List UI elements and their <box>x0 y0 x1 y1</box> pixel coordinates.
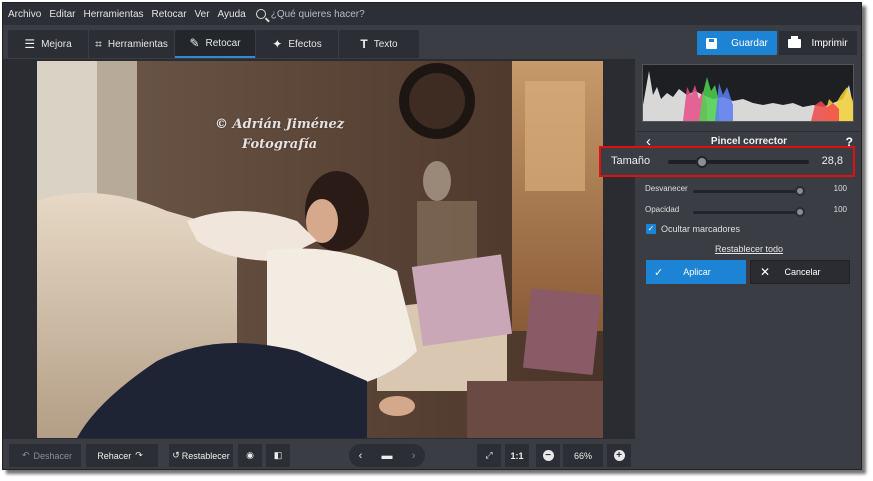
printer-icon <box>788 35 802 48</box>
slider-knob[interactable] <box>795 186 805 196</box>
tab-label: Efectos <box>288 38 322 50</box>
zoom-level: 66% <box>563 444 603 467</box>
prev-icon[interactable]: ‹ <box>359 450 363 462</box>
zoom-in-button[interactable]: + <box>607 444 631 467</box>
menu-ayuda[interactable]: Ayuda <box>218 9 246 20</box>
slider-value: 100 <box>833 184 847 193</box>
menu-retocar[interactable]: Retocar <box>152 9 187 20</box>
folder-icon[interactable]: ▬ <box>382 450 393 462</box>
slider-value: 100 <box>833 205 847 214</box>
tab-label: Herramientas <box>107 38 168 50</box>
redo-icon: ↷ <box>135 450 143 460</box>
toolbar: ☰ Mejora ⌗ Herramientas ✎ Retocar ✦ Efec… <box>3 25 861 59</box>
photo[interactable]: © Adrián Jiménez Fotografía <box>37 61 603 438</box>
checkbox-check-icon[interactable]: ✓ <box>646 224 656 234</box>
restore-label: Restablecer <box>181 450 230 461</box>
search-icon <box>255 9 266 19</box>
slider-track[interactable] <box>693 190 805 193</box>
cancel-button[interactable]: ✕ Cancelar <box>750 260 850 284</box>
next-icon[interactable]: › <box>412 450 416 462</box>
watermark-line1: © Adrián Jiménez <box>215 117 345 132</box>
reset-all-link[interactable]: Restablecer todo <box>637 244 861 254</box>
restore-icon: ↺ <box>172 450 180 460</box>
tab-label: Texto <box>373 38 398 50</box>
slider-label: Tamaño <box>611 155 651 167</box>
tab-label: Mejora <box>41 38 72 50</box>
tab-texto[interactable]: T Texto <box>339 30 419 58</box>
watermark: © Adrián Jiménez Fotografía <box>215 115 344 155</box>
slider-desvanecer[interactable]: Desvanecer 100 <box>645 184 855 198</box>
zoom-out-button[interactable]: − <box>536 444 560 467</box>
restore-button[interactable]: ↺ Restablecer <box>169 444 233 467</box>
right-panel: ‹ Pincel corrector ? Desvanecer 100 Opac… <box>637 59 861 469</box>
undo-icon: ↶ <box>21 450 30 460</box>
tab-efectos[interactable]: ✦ Efectos <box>256 30 338 58</box>
text-icon: T <box>360 37 368 51</box>
app-window: Archivo Editar Herramientas Retocar Ver … <box>2 2 862 470</box>
hide-markers-checkbox[interactable]: ✓ Ocultar marcadores <box>646 224 740 234</box>
undo-label: Deshacer <box>33 450 73 461</box>
tab-retocar[interactable]: ✎ Retocar <box>175 30 255 58</box>
fit-screen-icon[interactable]: ⤢ <box>477 444 501 467</box>
histogram-graph <box>643 71 853 121</box>
slider-track[interactable] <box>693 211 805 214</box>
menu-bar: Archivo Editar Herramientas Retocar Ver … <box>3 3 861 25</box>
actual-size-button[interactable]: 1:1 <box>505 444 529 467</box>
print-label: Imprimir <box>811 37 848 49</box>
menu-herramientas[interactable]: Herramientas <box>83 9 143 20</box>
compare-icon[interactable]: ◧ <box>266 444 290 467</box>
cancel-label: Cancelar <box>784 267 821 277</box>
navigation-group: ‹ ▬ › <box>349 444 425 467</box>
check-icon: ✓ <box>654 266 664 279</box>
crop-icon: ⌗ <box>95 36 102 51</box>
tab-mejora[interactable]: ☰ Mejora <box>8 30 88 58</box>
plus-icon: + <box>613 450 625 461</box>
slider-tamano[interactable]: Tamaño 28,8 <box>599 146 855 177</box>
print-button[interactable]: Imprimir <box>779 31 857 55</box>
histogram <box>642 64 854 122</box>
watermark-line2: Fotografía <box>241 137 318 152</box>
apply-label: Aplicar <box>683 267 711 277</box>
redo-button[interactable]: Rehacer ↷ <box>86 444 158 467</box>
magic-wand-icon: ✦ <box>272 37 283 51</box>
slider-opacidad[interactable]: Opacidad 100 <box>645 205 855 219</box>
menu-search[interactable]: ¿Qué quieres hacer? <box>255 8 365 20</box>
sliders-icon: ☰ <box>24 37 36 51</box>
tab-herramientas[interactable]: ⌗ Herramientas <box>89 30 174 58</box>
undo-button[interactable]: ↶ Deshacer <box>9 444 81 467</box>
brush-icon: ✎ <box>189 36 200 50</box>
minus-icon: − <box>542 450 554 461</box>
eye-icon[interactable]: ◉ <box>238 444 262 467</box>
save-button[interactable]: Guardar <box>697 31 777 55</box>
apply-button[interactable]: ✓ Aplicar <box>646 260 746 284</box>
slider-label: Opacidad <box>645 205 680 214</box>
save-label: Guardar <box>731 37 768 49</box>
checkbox-label: Ocultar marcadores <box>661 224 741 234</box>
menu-ver[interactable]: Ver <box>195 9 210 20</box>
menu-archivo[interactable]: Archivo <box>8 9 41 20</box>
photo-canvas[interactable]: © Adrián Jiménez Fotografía <box>3 59 635 439</box>
slider-label: Desvanecer <box>645 184 688 193</box>
bottom-bar: ↶ Deshacer Rehacer ↷ ↺ Restablecer ◉ ◧ ‹… <box>3 439 635 469</box>
redo-label: Rehacer <box>97 450 132 461</box>
save-icon <box>706 37 718 49</box>
slider-knob[interactable] <box>696 156 708 168</box>
tab-label: Retocar <box>205 37 241 49</box>
slider-knob[interactable] <box>795 207 805 217</box>
menu-editar[interactable]: Editar <box>49 9 75 20</box>
search-placeholder: ¿Qué quieres hacer? <box>270 8 365 20</box>
slider-value: 28,8 <box>821 155 843 167</box>
close-icon: ✕ <box>760 265 771 279</box>
tab-bar: ☰ Mejora ⌗ Herramientas ✎ Retocar ✦ Efec… <box>8 30 420 58</box>
slider-track[interactable] <box>668 160 809 164</box>
